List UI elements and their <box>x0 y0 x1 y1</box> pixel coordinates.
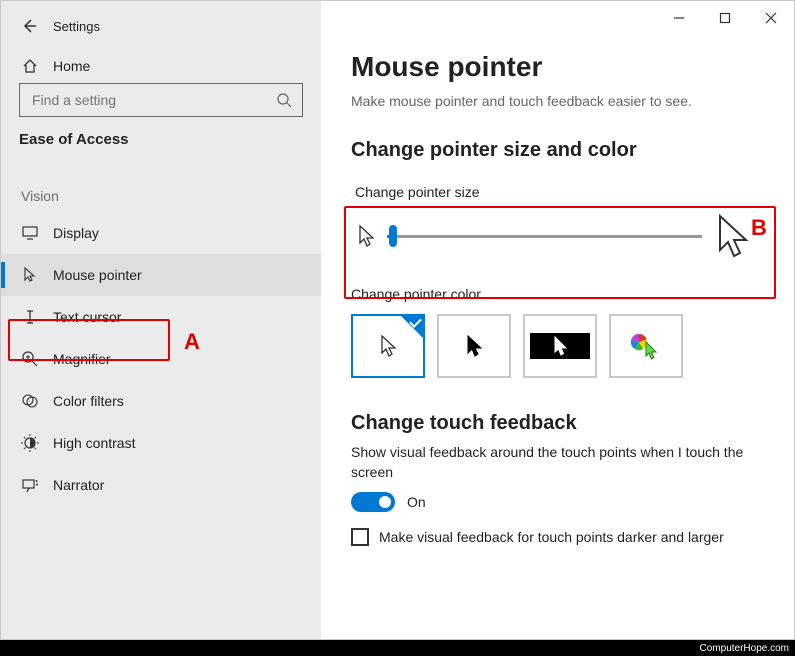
pointer-icon <box>21 266 39 284</box>
narrator-icon <box>21 476 39 494</box>
sidebar-item-magnifier[interactable]: Magnifier <box>1 338 321 380</box>
darker-larger-label: Make visual feedback for touch points da… <box>379 529 724 545</box>
sidebar-item-text-cursor[interactable]: Text cursor <box>1 296 321 338</box>
text-cursor-icon <box>21 308 39 326</box>
sidebar-item-label: High contrast <box>53 435 135 451</box>
large-cursor-icon <box>712 212 752 260</box>
page-title: Mouse pointer <box>351 51 764 83</box>
home-icon <box>21 57 39 75</box>
color-filters-icon <box>21 392 39 410</box>
color-option-custom[interactable] <box>609 314 683 378</box>
back-button[interactable] <box>15 12 43 40</box>
window-controls <box>321 1 794 35</box>
home-label: Home <box>53 58 90 74</box>
section-size-color: Change pointer size and color <box>351 139 764 162</box>
minimize-button[interactable] <box>656 1 702 35</box>
touch-feedback-toggle[interactable] <box>351 492 395 512</box>
sidebar-item-label: Magnifier <box>53 351 111 367</box>
pointer-size-slider[interactable] <box>387 222 702 250</box>
contrast-icon <box>21 434 39 452</box>
sidebar-item-narrator[interactable]: Narrator <box>1 464 321 506</box>
touch-feedback-description: Show visual feedback around the touch po… <box>351 443 764 482</box>
sidebar-item-label: Mouse pointer <box>53 267 142 283</box>
sidebar-item-color-filters[interactable]: Color filters <box>1 380 321 422</box>
window-title: Settings <box>53 19 100 34</box>
pointer-color-label: Change pointer color <box>351 286 764 302</box>
toggle-state-label: On <box>407 494 426 510</box>
sidebar-item-label: Display <box>53 225 99 241</box>
darker-larger-checkbox-row[interactable]: Make visual feedback for touch points da… <box>351 528 764 546</box>
search-input[interactable] <box>30 91 276 109</box>
sidebar-item-label: Narrator <box>53 477 104 493</box>
magnifier-icon <box>21 350 39 368</box>
pointer-size-label: Change pointer size <box>355 184 752 200</box>
sidebar: Settings Home Ease of Access Vision Disp… <box>1 1 321 639</box>
section-touch-feedback: Change touch feedback <box>351 412 764 435</box>
sidebar-item-mouse-pointer[interactable]: Mouse pointer <box>1 254 321 296</box>
page-footer: ComputerHope.com <box>0 640 795 656</box>
color-option-black[interactable] <box>437 314 511 378</box>
content-pane: Mouse pointer Make mouse pointer and tou… <box>321 1 794 639</box>
sidebar-item-display[interactable]: Display <box>1 212 321 254</box>
home-nav-item[interactable]: Home <box>1 45 321 83</box>
footer-credit: ComputerHope.com <box>700 643 789 654</box>
monitor-icon <box>21 224 39 242</box>
page-subtitle: Make mouse pointer and touch feedback ea… <box>351 93 764 109</box>
maximize-button[interactable] <box>702 1 748 35</box>
sidebar-item-label: Text cursor <box>53 309 121 325</box>
section-label: Vision <box>1 162 321 212</box>
sidebar-item-label: Color filters <box>53 393 124 409</box>
sidebar-item-high-contrast[interactable]: High contrast <box>1 422 321 464</box>
arrow-left-icon <box>21 18 37 34</box>
search-icon <box>276 92 292 108</box>
settings-window: Settings Home Ease of Access Vision Disp… <box>0 0 795 640</box>
close-button[interactable] <box>748 1 794 35</box>
darker-larger-checkbox[interactable] <box>351 528 369 546</box>
pointer-color-options <box>351 308 764 384</box>
small-cursor-icon <box>355 223 377 249</box>
category-title: Ease of Access <box>1 131 321 162</box>
color-option-inverted[interactable] <box>523 314 597 378</box>
color-option-white[interactable] <box>351 314 425 378</box>
search-box[interactable] <box>19 83 303 117</box>
